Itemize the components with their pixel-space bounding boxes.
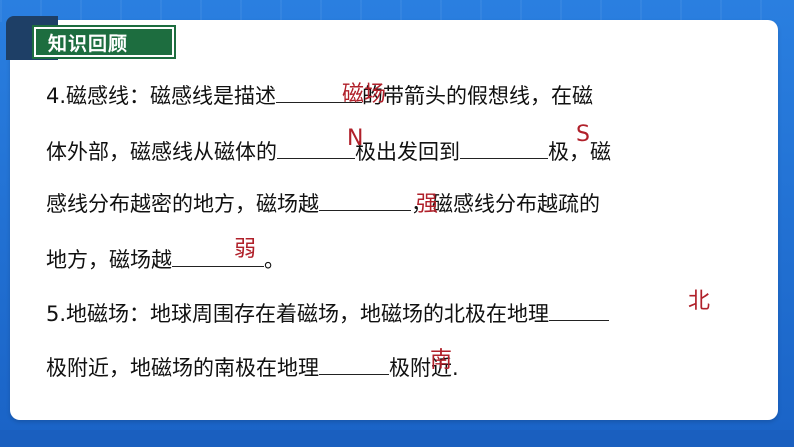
- q4-answer-2: N: [347, 126, 364, 151]
- question-4: 4.磁感线：磁感线是描述 的带箭头的假想线，在磁 体外部，磁感线从磁体的 极出发回到…: [46, 78, 766, 278]
- q5-text-1a: 5.地磁场：地球周围存在着磁场，地磁场的北极在地理: [46, 302, 550, 326]
- q5-blank-2: [319, 350, 389, 375]
- q4-text-1b: 的带箭头的假想线，在磁: [362, 84, 594, 108]
- section-title: 知识回顾: [34, 27, 174, 57]
- q4-text-3b: ，磁感线分布越疏的: [411, 192, 600, 216]
- q4-answer-5: 弱: [234, 237, 257, 262]
- q4-line-1: 4.磁感线：磁感线是描述 的带箭头的假想线，在磁: [46, 78, 593, 108]
- q5-answer-1: 北: [688, 289, 711, 314]
- q4-text-1a: 4.磁感线：磁感线是描述: [46, 84, 277, 108]
- bottom-bar: [0, 430, 794, 447]
- q5-answer-2: 南: [430, 348, 453, 373]
- q5-line-1: 5.地磁场：地球周围存在着磁场，地磁场的北极在地理: [46, 296, 610, 326]
- q4-blank-2: [277, 134, 355, 159]
- q4-blank-3: [460, 134, 548, 159]
- q4-text-4b: 。: [264, 248, 285, 272]
- q5-text-2a: 极附近，地磁场的南极在地理: [46, 356, 319, 380]
- question-5: 5.地磁场：地球周围存在着磁场，地磁场的北极在地理 极附近，地磁场的南极在地理极…: [46, 296, 766, 386]
- q4-text-4a: 地方，磁场越: [46, 248, 172, 272]
- q4-blank-4: [319, 186, 411, 211]
- q4-text-2a: 体外部，磁感线从磁体的: [46, 140, 277, 164]
- q4-line-2: 体外部，磁感线从磁体的 极出发回到 极，磁: [46, 134, 611, 164]
- q4-answer-4: 强: [416, 192, 439, 217]
- q5-blank-1: [549, 296, 610, 321]
- q5-line-2: 极附近，地磁场的南极在地理 极附近.: [46, 350, 459, 380]
- q4-text-2b: 极出发回到: [355, 140, 460, 164]
- q4-text-3a: 感线分布越密的地方，磁场越: [46, 192, 319, 216]
- q4-answer-3: S: [576, 122, 590, 147]
- q4-line-3: 感线分布越密的地方，磁场越 ，磁感线分布越疏的: [46, 186, 600, 216]
- q4-answer-1: 磁场: [342, 82, 387, 107]
